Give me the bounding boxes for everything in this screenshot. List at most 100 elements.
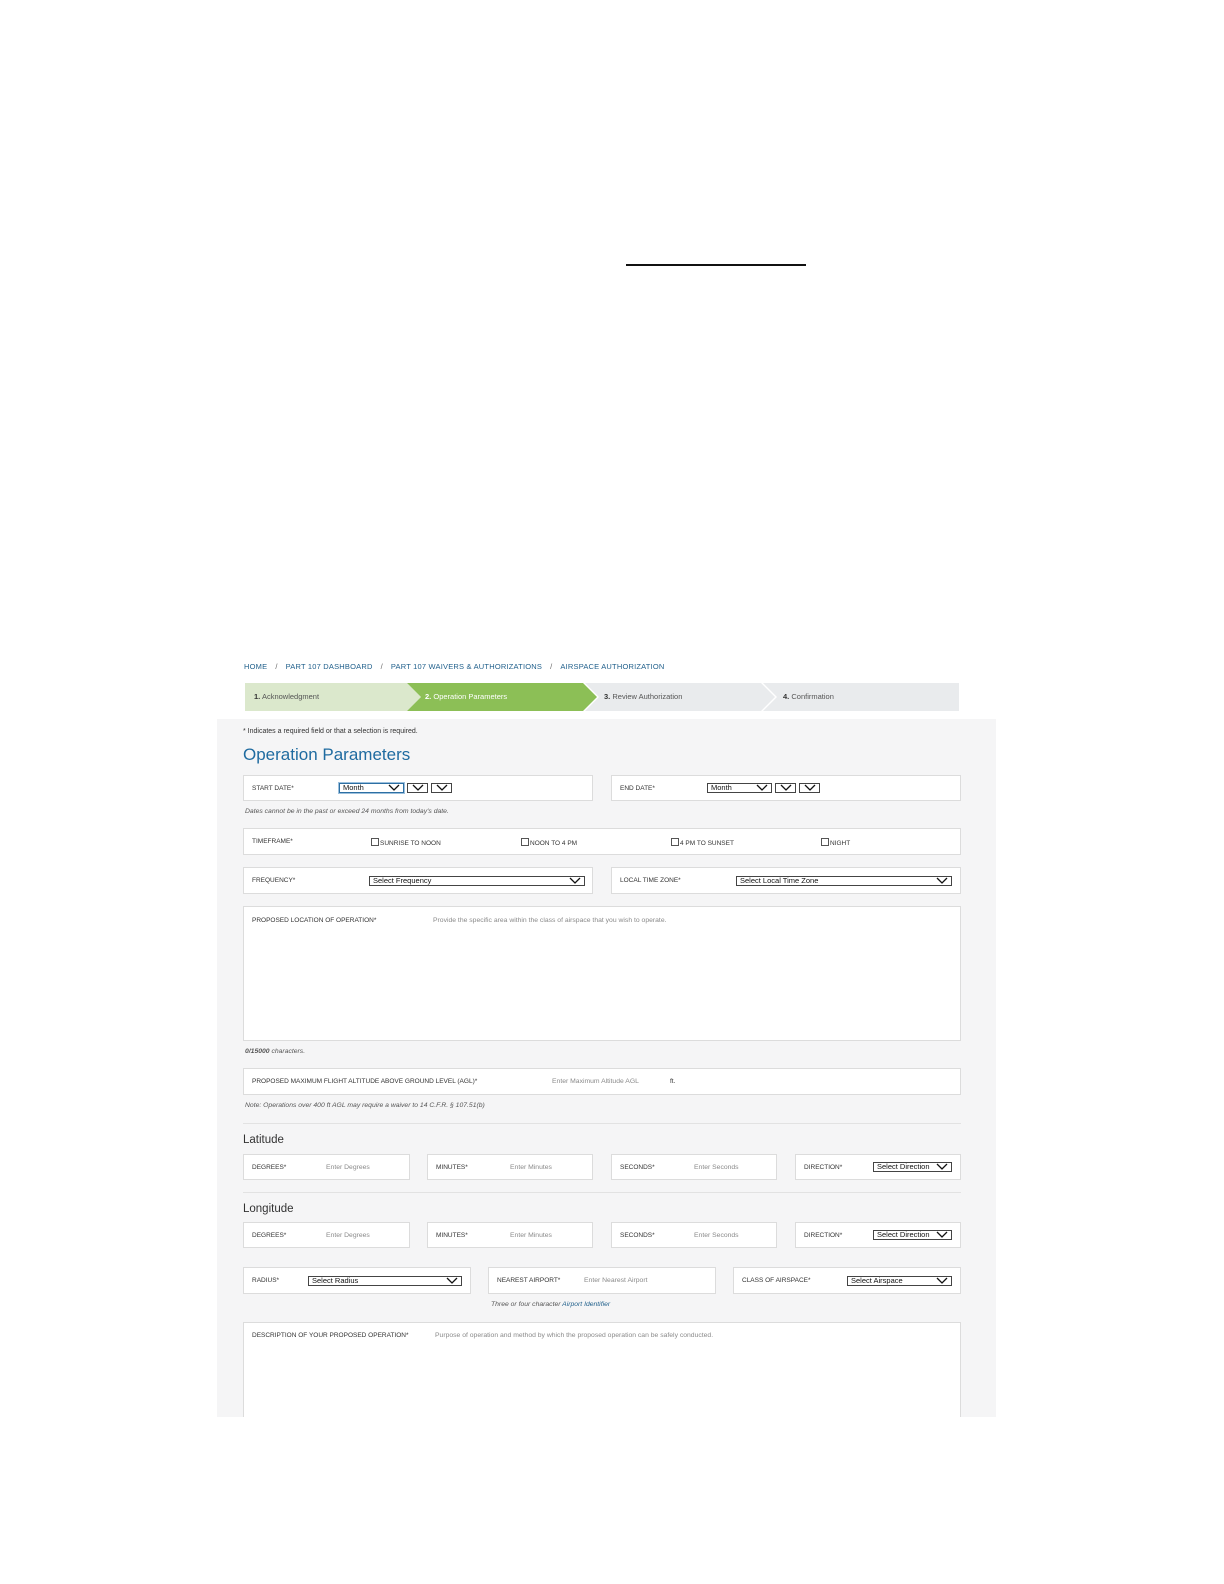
chevron-down-icon (569, 877, 581, 884)
timeframe-label: TIMEFRAME* (252, 838, 293, 845)
start-month-select[interactable]: Month (339, 783, 404, 793)
latitude-degrees-card: DEGREES* Enter Degrees (243, 1154, 410, 1180)
frequency-select[interactable]: Select Frequency (369, 876, 585, 886)
breadcrumb-part107-dashboard[interactable]: PART 107 DASHBOARD (286, 662, 373, 671)
longitude-direction-select[interactable]: Select Direction (873, 1230, 952, 1240)
end-day-select[interactable] (775, 783, 796, 793)
checkbox-box[interactable] (821, 838, 829, 846)
checkbox-box[interactable] (371, 838, 379, 846)
chevron-down-icon (388, 784, 400, 791)
latitude-seconds-input[interactable]: Enter Seconds (694, 1164, 739, 1171)
latitude-seconds-label: SECONDS* (620, 1164, 655, 1171)
nearest-airport-card: NEAREST AIRPORT* Enter Nearest Airport (488, 1267, 716, 1294)
checkbox-box[interactable] (671, 838, 679, 846)
nearest-airport-label: NEAREST AIRPORT* (497, 1277, 561, 1284)
breadcrumb-waivers-authorizations[interactable]: PART 107 WAIVERS & AUTHORIZATIONS (391, 662, 542, 671)
breadcrumb: HOME / PART 107 DASHBOARD / PART 107 WAIVERS… (244, 662, 665, 671)
latitude-minutes-input[interactable]: Enter Minutes (510, 1164, 552, 1171)
latitude-direction-label: DIRECTION* (804, 1164, 843, 1171)
location-label: PROPOSED LOCATION OF OPERATION* (252, 917, 377, 924)
chevron-down-icon (756, 784, 768, 791)
latitude-minutes-card: MINUTES* Enter Minutes (427, 1154, 593, 1180)
description-textarea[interactable]: DESCRIPTION OF YOUR PROPOSED OPERATION* … (243, 1322, 961, 1417)
checkbox-night[interactable]: NIGHT (821, 838, 850, 847)
chevron-down-icon (412, 784, 424, 791)
description-label: DESCRIPTION OF YOUR PROPOSED OPERATION* (252, 1332, 409, 1339)
latitude-degrees-label: DEGREES* (252, 1164, 287, 1171)
step-operation-parameters[interactable]: 2. Operation Parameters (407, 683, 597, 711)
longitude-degrees-label: DEGREES* (252, 1232, 287, 1239)
latitude-degrees-input[interactable]: Enter Degrees (326, 1164, 370, 1171)
step-acknowledgment[interactable]: 1. Acknowledgment (245, 683, 421, 711)
altitude-card: PROPOSED MAXIMUM FLIGHT ALTITUDE ABOVE G… (243, 1068, 961, 1095)
start-date-card: START DATE* Month (243, 775, 593, 801)
start-day-select[interactable] (407, 783, 428, 793)
longitude-seconds-label: SECONDS* (620, 1232, 655, 1239)
airspace-class-card: CLASS OF AIRSPACE* Select Airspace (733, 1267, 961, 1294)
longitude-seconds-card: SECONDS* Enter Seconds (611, 1222, 777, 1248)
time-zone-select[interactable]: Select Local Time Zone (736, 876, 952, 886)
end-date-card: END DATE* Month (611, 775, 961, 801)
altitude-unit: ft. (670, 1078, 676, 1085)
airspace-class-select[interactable]: Select Airspace (847, 1276, 952, 1286)
airport-identifier-link[interactable]: Airport Identifier (562, 1301, 610, 1308)
latitude-minutes-label: MINUTES* (436, 1164, 468, 1171)
character-count: 0/15000 characters. (245, 1048, 306, 1055)
chevron-down-icon (936, 1231, 948, 1239)
end-month-select[interactable]: Month (707, 783, 772, 793)
time-zone-label: LOCAL TIME ZONE* (620, 877, 681, 884)
top-rule (626, 264, 806, 266)
progress-steps: 1. Acknowledgment 2. Operation Parameter… (245, 683, 959, 711)
location-textarea[interactable]: PROPOSED LOCATION OF OPERATION* Provide … (243, 906, 961, 1041)
altitude-note: Note: Operations over 400 ft AGL may req… (245, 1102, 485, 1109)
radius-select[interactable]: Select Radius (308, 1276, 462, 1286)
longitude-degrees-card: DEGREES* Enter Degrees (243, 1222, 410, 1248)
page-title: Operation Parameters (243, 745, 411, 764)
checkbox-box[interactable] (521, 838, 529, 846)
chevron-down-icon (936, 877, 948, 884)
longitude-direction-card: DIRECTION* Select Direction (795, 1222, 961, 1248)
location-placeholder: Provide the specific area within the cla… (433, 917, 667, 924)
checkbox-noon-to-4pm[interactable]: NOON TO 4 PM (521, 838, 577, 847)
breadcrumb-home[interactable]: HOME (244, 662, 267, 671)
step-review-authorization[interactable]: 3. Review Authorization (585, 683, 775, 711)
section-divider (243, 1192, 961, 1193)
chevron-down-icon (436, 784, 448, 791)
airport-identifier-hint: Three or four character Airport Identifi… (491, 1301, 611, 1308)
longitude-heading: Longitude (243, 1203, 294, 1215)
nearest-airport-input[interactable]: Enter Nearest Airport (584, 1277, 647, 1284)
altitude-input[interactable]: Enter Maximum Altitude AGL (552, 1078, 639, 1085)
date-hint: Dates cannot be in the past or exceed 24… (245, 808, 449, 815)
end-date-label: END DATE* (620, 785, 655, 792)
frequency-label: FREQUENCY* (252, 877, 296, 884)
start-year-select[interactable] (431, 783, 452, 793)
end-year-select[interactable] (799, 783, 820, 793)
longitude-minutes-card: MINUTES* Enter Minutes (427, 1222, 593, 1248)
chevron-down-icon (780, 784, 792, 791)
chevron-down-icon (936, 1277, 948, 1284)
longitude-minutes-input[interactable]: Enter Minutes (510, 1232, 552, 1239)
frequency-card: FREQUENCY* Select Frequency (243, 867, 593, 894)
chevron-down-icon (804, 784, 816, 791)
checkbox-sunrise-to-noon[interactable]: SUNRISE TO NOON (371, 838, 441, 847)
breadcrumb-airspace-authorization[interactable]: AIRSPACE AUTHORIZATION (560, 662, 664, 671)
step-confirmation[interactable]: 4. Confirmation (763, 683, 959, 711)
airspace-class-label: CLASS OF AIRSPACE* (742, 1277, 811, 1284)
chevron-down-icon (446, 1277, 458, 1284)
radius-label: RADIUS* (252, 1277, 280, 1284)
longitude-seconds-input[interactable]: Enter Seconds (694, 1232, 739, 1239)
radius-card: RADIUS* Select Radius (243, 1267, 471, 1294)
latitude-heading: Latitude (243, 1134, 284, 1146)
latitude-seconds-card: SECONDS* Enter Seconds (611, 1154, 777, 1180)
operation-parameters-form: * Indicates a required field or that a s… (217, 719, 996, 1417)
chevron-down-icon (936, 1163, 948, 1171)
time-zone-card: LOCAL TIME ZONE* Select Local Time Zone (611, 867, 961, 894)
description-placeholder: Purpose of operation and method by which… (435, 1332, 714, 1339)
longitude-degrees-input[interactable]: Enter Degrees (326, 1232, 370, 1239)
section-divider (243, 1123, 961, 1124)
start-date-label: START DATE* (252, 785, 294, 792)
longitude-direction-label: DIRECTION* (804, 1232, 843, 1239)
latitude-direction-select[interactable]: Select Direction (873, 1162, 952, 1172)
checkbox-4pm-to-sunset[interactable]: 4 PM TO SUNSET (671, 838, 734, 847)
longitude-minutes-label: MINUTES* (436, 1232, 468, 1239)
